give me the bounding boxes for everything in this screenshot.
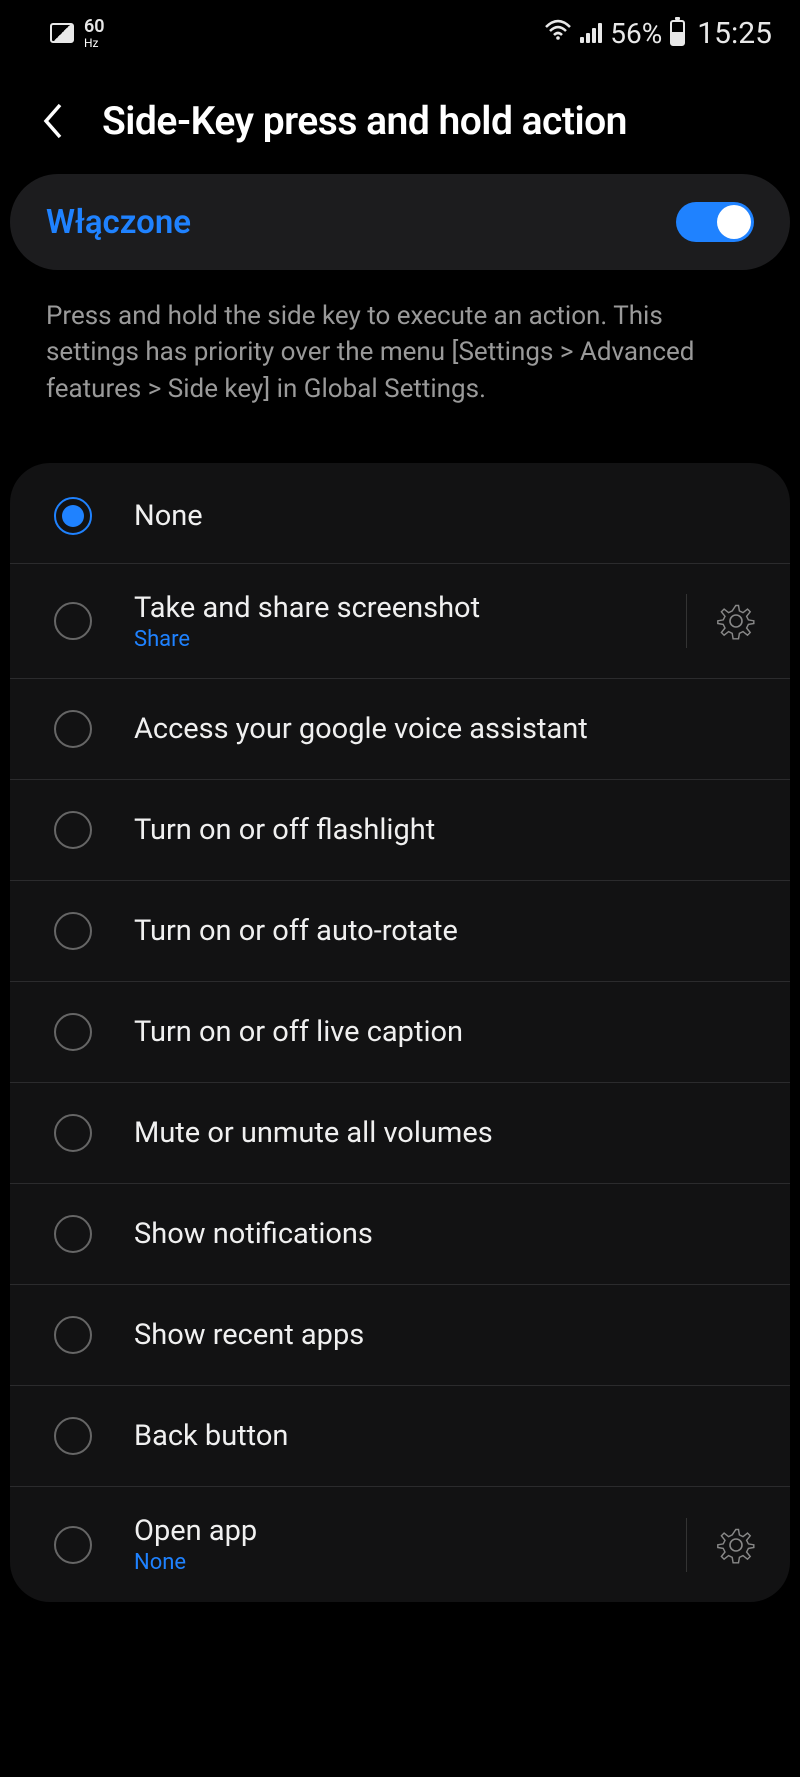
option-label: Open app [134,1514,674,1548]
signal-icon [580,23,602,43]
radio-icon[interactable] [54,1417,92,1455]
status-left: 60 Hz [50,17,105,50]
option-sublabel: None [134,1550,674,1575]
clock: 15:25 [697,16,772,51]
radio-icon[interactable] [54,710,92,748]
radio-icon[interactable] [54,811,92,849]
option-mute-volumes[interactable]: Mute or unmute all volumes [10,1083,790,1184]
radio-icon[interactable] [54,1526,92,1564]
gear-icon [716,1525,756,1565]
page-title: Side-Key press and hold action [102,98,627,144]
option-settings-button[interactable] [686,594,756,648]
option-settings-button[interactable] [686,1518,756,1572]
header: Side-Key press and hold action [0,60,800,174]
option-sublabel: Share [134,627,674,652]
option-label: Turn on or off flashlight [134,813,756,847]
hz-value: 60 [84,16,105,37]
option-show-recent-apps[interactable]: Show recent apps [10,1285,790,1386]
refresh-rate-indicator: 60 Hz [84,17,105,50]
option-label: Show notifications [134,1217,756,1251]
battery-percent: 56% [610,17,662,50]
radio-icon[interactable] [54,602,92,640]
master-toggle-card[interactable]: Włączone [10,174,790,270]
radio-icon[interactable] [54,1013,92,1051]
option-live-caption[interactable]: Turn on or off live caption [10,982,790,1083]
option-label: None [134,499,756,533]
radio-icon[interactable] [54,912,92,950]
back-icon[interactable] [40,101,66,141]
option-label: Access your google voice assistant [134,712,756,746]
option-take-screenshot[interactable]: Take and share screenshot Share [10,564,790,679]
option-open-app[interactable]: Open app None [10,1487,790,1602]
radio-icon[interactable] [54,1316,92,1354]
option-label: Back button [134,1419,756,1453]
option-show-notifications[interactable]: Show notifications [10,1184,790,1285]
status-right: 56% 15:25 [544,16,772,51]
option-label: Take and share screenshot [134,591,674,625]
wifi-icon [544,18,572,48]
option-label: Turn on or off auto-rotate [134,914,756,948]
option-google-assistant[interactable]: Access your google voice assistant [10,679,790,780]
options-list: None Take and share screenshot Share Acc… [10,463,790,1602]
battery-icon [670,20,685,46]
option-label: Turn on or off live caption [134,1015,756,1049]
option-none[interactable]: None [10,463,790,564]
master-toggle-switch[interactable] [676,202,754,242]
feature-description: Press and hold the side key to execute a… [0,270,800,407]
option-back-button[interactable]: Back button [10,1386,790,1487]
radio-icon[interactable] [54,497,92,535]
option-label: Mute or unmute all volumes [134,1116,756,1150]
gear-icon [716,601,756,641]
option-label: Show recent apps [134,1318,756,1352]
status-bar: 60 Hz 56% 15:25 [0,0,800,60]
radio-icon[interactable] [54,1114,92,1152]
master-toggle-label: Włączone [46,203,191,242]
gallery-icon [50,23,74,43]
hz-unit: Hz [84,36,105,50]
radio-icon[interactable] [54,1215,92,1253]
option-auto-rotate[interactable]: Turn on or off auto-rotate [10,881,790,982]
option-flashlight[interactable]: Turn on or off flashlight [10,780,790,881]
